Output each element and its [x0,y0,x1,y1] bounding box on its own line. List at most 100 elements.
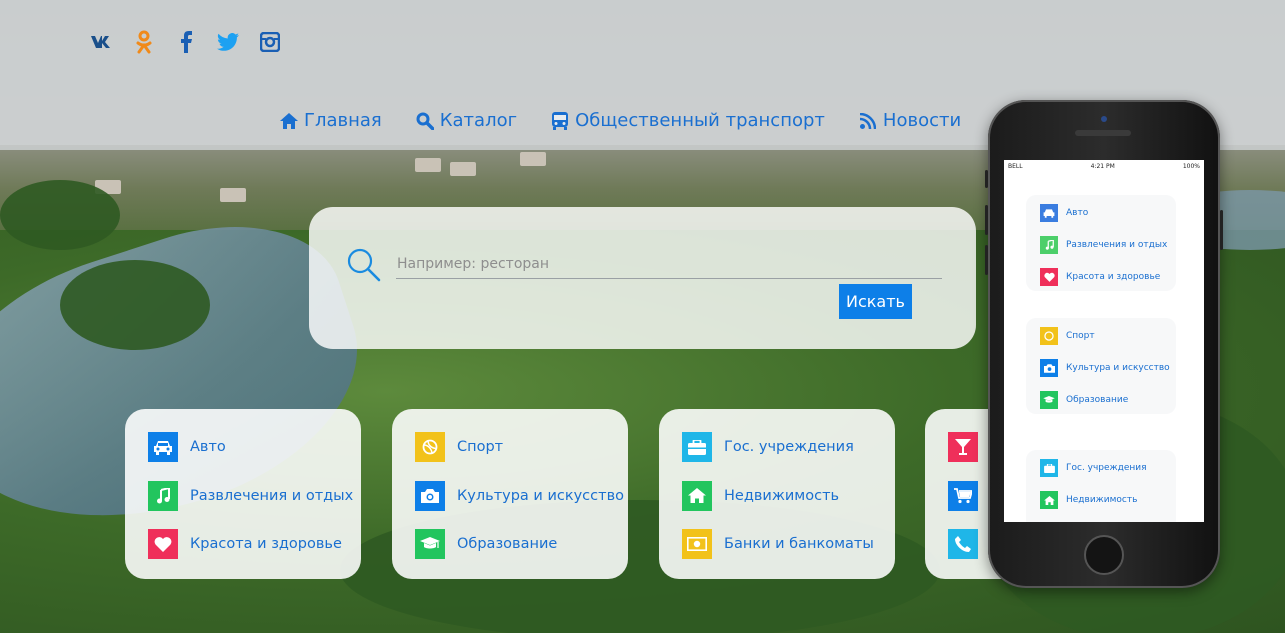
phone-category-sport[interactable]: Спорт [1040,326,1176,346]
cocktail-icon [948,432,978,462]
category-label: Образование [1066,395,1129,405]
nav-item-home[interactable]: Главная [280,110,382,131]
phone-volume-down [985,245,988,275]
instagram-icon[interactable] [256,30,284,54]
search-panel: Искать [309,207,976,349]
music-icon [148,480,178,511]
music-icon [1040,236,1058,254]
vk-icon[interactable] [88,30,116,54]
car-icon [1040,204,1058,222]
category-education[interactable]: Образование [415,528,628,560]
status-bar: BELL 4:21 PM 100% [1004,160,1204,172]
bus-icon [551,111,569,130]
money-icon [682,529,712,559]
category-entertainment[interactable]: Развлечения и отдых [148,480,361,512]
heart-icon [1040,268,1058,286]
home-icon [280,112,298,130]
nav-label: Главная [304,110,382,131]
phone-power-button [1220,210,1223,250]
tree-cluster [60,260,210,350]
category-culture[interactable]: Культура и искусство [415,480,628,512]
category-label: Гос. учреждения [1066,463,1147,473]
nav-label: Каталог [439,110,518,131]
phone-volume-up [985,205,988,235]
category-label: Культура и искусство [1066,363,1170,373]
category-card-1: Авто Развлечения и отдых Красота и здоро… [125,409,361,579]
facebook-icon[interactable] [172,30,200,54]
phone-speaker [1075,130,1131,136]
nav-label: Новости [882,110,962,131]
phone-category-group-1: Авто Развлечения и отдых Красота и здоро… [1026,195,1176,291]
category-label: Авто [1066,208,1089,218]
category-label: Гос. учреждения [724,439,854,455]
phone-category-culture[interactable]: Культура и искусство [1040,358,1176,378]
category-label: Образование [457,536,558,552]
phone-mute-switch [985,170,988,188]
twitter-icon[interactable] [214,30,242,54]
briefcase-icon [682,432,712,462]
nav-item-transport[interactable]: Общественный транспорт [551,110,825,131]
ball-icon [415,432,445,462]
search-button[interactable]: Искать [839,284,912,319]
phone-camera [1101,116,1107,122]
carrier: BELL [1008,162,1023,170]
category-label: Развлечения и отдых [190,487,354,504]
rss-icon [859,112,877,130]
house-roof [450,162,476,176]
camera-icon [1040,359,1058,377]
battery: 100% [1182,162,1200,170]
graduation-cap-icon [415,529,445,559]
heart-icon [148,529,178,559]
house-icon [1040,491,1058,509]
ball-icon [1040,327,1058,345]
house-roof [415,158,441,172]
category-label: Развлечения и отдых [1066,240,1168,250]
social-links [88,30,284,54]
category-government[interactable]: Гос. учреждения [682,431,895,463]
phone-category-education[interactable]: Образование [1040,390,1176,410]
phone-category-group-2: Спорт Культура и искусство Образование [1026,318,1176,414]
camera-icon [415,480,445,511]
category-label: Спорт [1066,331,1095,341]
category-label: Красота и здоровье [190,536,342,552]
phone-mockup: BELL 4:21 PM 100% Авто Развлечения и отд… [985,100,1223,588]
search-icon [347,248,381,282]
nav-label: Общественный транспорт [575,110,825,131]
phone-category-realty[interactable]: Недвижимость [1040,490,1176,510]
cart-icon [948,480,978,511]
category-card-2: Спорт Культура и искусство Образование [392,409,628,579]
category-label: Банки и банкоматы [724,536,874,552]
nav-item-news[interactable]: Новости [859,110,961,131]
category-beauty[interactable]: Красота и здоровье [148,528,361,560]
house-roof [520,152,546,166]
phone-category-group-3: Гос. учреждения Недвижимость [1026,450,1176,522]
category-label: Авто [190,439,226,455]
odnoklassniki-icon[interactable] [130,30,158,54]
category-label: Недвижимость [1066,495,1138,505]
category-auto[interactable]: Авто [148,431,361,463]
phone-category-beauty[interactable]: Красота и здоровье [1040,267,1176,287]
category-card-3: Гос. учреждения Недвижимость Банки и бан… [659,409,895,579]
category-label: Культура и искусство [457,487,624,504]
phone-home-button [1084,535,1124,575]
phone-category-government[interactable]: Гос. учреждения [1040,458,1176,478]
category-realty[interactable]: Недвижимость [682,480,895,512]
category-label: Недвижимость [724,487,840,504]
category-label: Спорт [457,439,504,455]
phone-category-entertainment[interactable]: Развлечения и отдых [1040,235,1176,255]
briefcase-icon [1040,459,1058,477]
main-nav: Главная Каталог Общественный транспорт Н… [280,110,1033,131]
category-banks[interactable]: Банки и банкоматы [682,528,895,560]
phone-screen: BELL 4:21 PM 100% Авто Развлечения и отд… [1004,160,1204,522]
graduation-cap-icon [1040,391,1058,409]
tree-cluster [0,180,120,250]
phone-category-auto[interactable]: Авто [1040,203,1176,223]
category-sport[interactable]: Спорт [415,431,628,463]
search-icon [416,112,434,130]
search-input[interactable] [396,249,942,279]
category-label: Красота и здоровье [1066,272,1161,282]
house-icon [682,480,712,511]
car-icon [148,432,178,462]
nav-item-catalog[interactable]: Каталог [416,110,517,131]
house-roof [220,188,246,202]
